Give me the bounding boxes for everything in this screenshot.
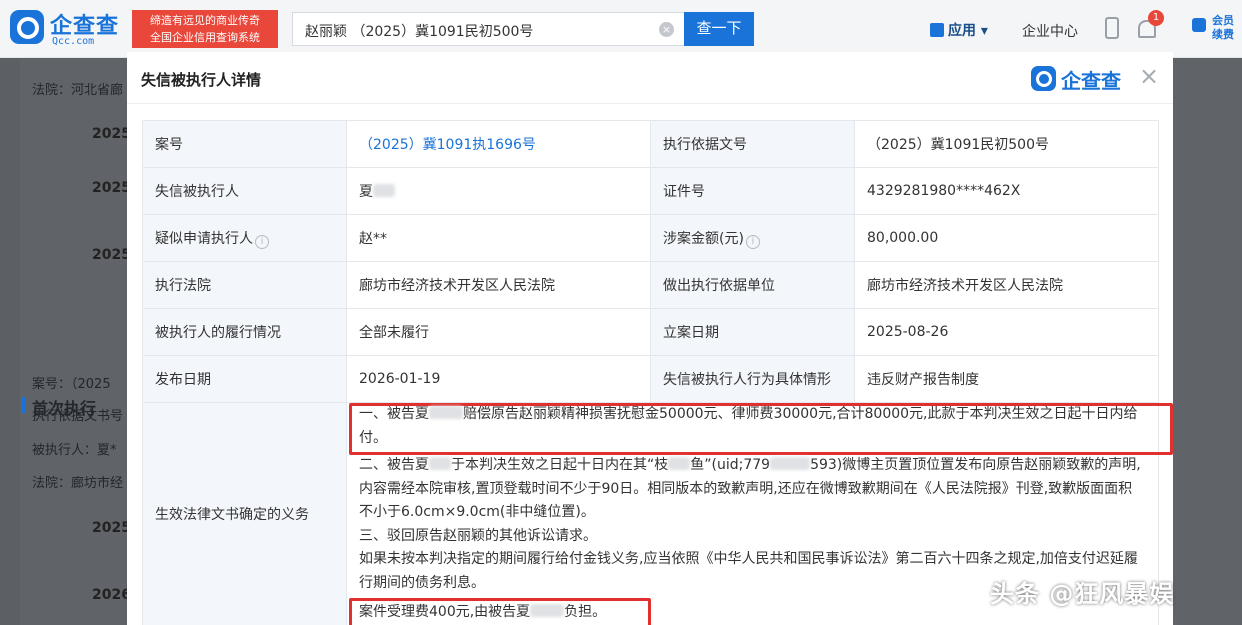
search-button[interactable]: 查一下 bbox=[684, 12, 754, 46]
modal-logo-text: 企查查 bbox=[1061, 69, 1121, 93]
obligation-text-part: 于本判决生效之日起十日内在其“枝 bbox=[451, 457, 669, 473]
detail-table: 案号 （2025）冀1091执1696号 执行依据文号 （2025）冀1091民… bbox=[142, 120, 1173, 625]
debtor-value: 夏 bbox=[359, 184, 373, 200]
apps-icon bbox=[930, 23, 944, 37]
debtor-cell: 夏 bbox=[346, 167, 651, 215]
performance-value: 全部未履行 bbox=[346, 308, 651, 356]
slogan-banner: 缔造有远见的商业传奇 全国企业信用查询系统 bbox=[132, 10, 278, 48]
info-icon[interactable]: i bbox=[745, 234, 760, 249]
id-number-label: 证件号 bbox=[650, 167, 855, 215]
behavior-value: 违反财产报告制度 bbox=[854, 355, 1159, 403]
vip-renew-link[interactable]: 会员 续费 bbox=[1212, 14, 1234, 42]
applicant-value: 赵** bbox=[346, 214, 651, 262]
slogan-line-2: 全国企业信用查询系统 bbox=[150, 31, 260, 44]
nav-app-label: 应用 bbox=[948, 23, 976, 39]
close-icon[interactable]: × bbox=[1137, 64, 1161, 88]
bg-year: 2025 bbox=[92, 180, 131, 196]
table-row: 疑似申请执行人 i 赵** 涉案金额(元) i 80,000.00 bbox=[142, 214, 1159, 262]
redacted-mask bbox=[429, 406, 463, 419]
obligation-item-1: 一、被告夏 赔偿原告赵丽颖精神损害抚慰金50000元、律师费30000元,合计80… bbox=[349, 403, 1173, 455]
applicant-label: 疑似申请执行人 bbox=[155, 230, 253, 247]
bg-year: 2025 bbox=[92, 520, 131, 536]
court-value: 廊坊市经济技术开发区人民法院 bbox=[346, 261, 651, 309]
publish-date-value: 2026-01-19 bbox=[346, 355, 651, 403]
obligation-text-part: 赔偿原告赵丽颖精神损害抚慰金50000元、律师费30000元,合计80000元,… bbox=[359, 406, 1138, 446]
debtor-label: 失信被执行人 bbox=[142, 167, 347, 215]
watermark-text: 头条 @狂风暴娱 bbox=[990, 580, 1175, 608]
bg-year: 2026 bbox=[92, 587, 131, 603]
site-logo[interactable]: 企查查 Qcc.com bbox=[10, 8, 130, 48]
clear-icon[interactable]: × bbox=[659, 22, 674, 37]
bg-year: 2025 bbox=[92, 247, 131, 263]
table-row: 被执行人的履行情况 全部未履行 立案日期 2025-08-26 bbox=[142, 308, 1159, 356]
filing-date-value: 2025-08-26 bbox=[854, 308, 1159, 356]
bg-executed-label: 被执行人：夏* bbox=[32, 443, 117, 458]
dishonest-debtor-modal: 失信被执行人详情 企查查 × 案号 （2025）冀1091执1696号 执行依据… bbox=[127, 52, 1173, 625]
obligation-text-part: 二、被告夏 bbox=[359, 457, 429, 473]
search-input[interactable]: 赵丽颖 （2025）冀1091民初500号 × bbox=[292, 12, 684, 46]
case-number-link[interactable]: （2025）冀1091执1696号 bbox=[346, 120, 651, 168]
table-row: 执行法院 廊坊市经济技术开发区人民法院 做出执行依据单位 廊坊市经济技术开发区人… bbox=[142, 261, 1159, 309]
obligation-item-2: 二、被告夏 于本判决生效之日起十日内在其“枝 鱼”(uid;779 593)微博主页置… bbox=[359, 454, 1146, 525]
obligation-text-part: 鱼”(uid;779 bbox=[690, 457, 771, 473]
obligation-label: 生效法律文书确定的义务 bbox=[142, 402, 347, 625]
modal-title: 失信被执行人详情 bbox=[141, 71, 262, 89]
basis-doc-label: 执行依据文号 bbox=[650, 120, 855, 168]
bg-court-label: 法院：河北省廊 bbox=[32, 83, 124, 98]
bg-court-label-2: 法院：廊坊市经 bbox=[32, 476, 124, 491]
nav-enterprise-center[interactable]: 企业中心 bbox=[1022, 21, 1078, 41]
redacted-mask bbox=[668, 457, 691, 470]
redacted-mask bbox=[373, 184, 395, 197]
applicant-label-cell: 疑似申请执行人 i bbox=[142, 214, 347, 262]
issuing-unit-value: 廊坊市经济技术开发区人民法院 bbox=[854, 261, 1159, 309]
amount-label: 涉案金额(元) bbox=[663, 230, 744, 247]
top-bar: 企查查 Qcc.com 缔造有远见的商业传奇 全国企业信用查询系统 赵丽颖 （2… bbox=[0, 0, 1242, 58]
obligation-item-3: 三、驳回原告赵丽颖的其他诉讼请求。 bbox=[359, 527, 597, 544]
bg-year: 2025 bbox=[92, 126, 131, 142]
vip-line-1: 会员 bbox=[1212, 14, 1234, 27]
redacted-mask bbox=[530, 604, 565, 617]
modal-logo: 企查查 bbox=[1031, 65, 1131, 93]
amount-value: 80,000.00 bbox=[854, 214, 1159, 262]
logo-subtext: Qcc.com bbox=[52, 36, 95, 47]
court-label: 执行法院 bbox=[142, 261, 347, 309]
obligation-text-part: 一、被告夏 bbox=[359, 406, 429, 422]
mobile-icon[interactable] bbox=[1105, 17, 1119, 39]
case-number-label: 案号 bbox=[142, 120, 347, 168]
filing-date-label: 立案日期 bbox=[650, 308, 855, 356]
notification-badge: 1 bbox=[1148, 10, 1164, 26]
vip-icon[interactable] bbox=[1192, 18, 1206, 32]
info-icon[interactable]: i bbox=[255, 234, 269, 249]
logo-icon bbox=[10, 10, 44, 44]
table-row: 发布日期 2026-01-19 失信被执行人行为具体情形 违反财产报告制度 bbox=[142, 355, 1159, 403]
logo-icon bbox=[1031, 66, 1056, 91]
redacted-mask bbox=[770, 457, 811, 470]
modal-header: 失信被执行人详情 企查查 × bbox=[127, 52, 1173, 104]
performance-label: 被执行人的履行情况 bbox=[142, 308, 347, 356]
behavior-label: 失信被执行人行为具体情形 bbox=[650, 355, 855, 403]
publish-date-label: 发布日期 bbox=[142, 355, 347, 403]
bg-case-label: 案号：（2025 bbox=[32, 377, 111, 392]
caret-down-icon: ▾ bbox=[976, 23, 988, 39]
nav-app-menu[interactable]: 应用 ▾ bbox=[930, 20, 988, 40]
table-row: 失信被执行人 夏 证件号 4329281980****462X bbox=[142, 167, 1159, 215]
obligation-text-part: 案件受理费400元,由被告夏 bbox=[359, 604, 531, 620]
basis-doc-value: （2025）冀1091民初500号 bbox=[854, 120, 1159, 168]
search-value: 赵丽颖 （2025）冀1091民初500号 bbox=[305, 24, 534, 40]
issuing-unit-label: 做出执行依据单位 bbox=[650, 261, 855, 309]
slogan-line-1: 缔造有远见的商业传奇 bbox=[150, 14, 260, 27]
amount-label-cell: 涉案金额(元) i bbox=[650, 214, 855, 262]
table-row: 案号 （2025）冀1091执1696号 执行依据文号 （2025）冀1091民… bbox=[142, 120, 1159, 168]
redacted-mask bbox=[429, 457, 451, 470]
obligation-text-part: 负担。 bbox=[564, 604, 607, 620]
vip-line-2: 续费 bbox=[1212, 28, 1234, 41]
id-number-value: 4329281980****462X bbox=[854, 167, 1159, 215]
bg-basis-label: 执行依据文书号 bbox=[32, 409, 124, 424]
